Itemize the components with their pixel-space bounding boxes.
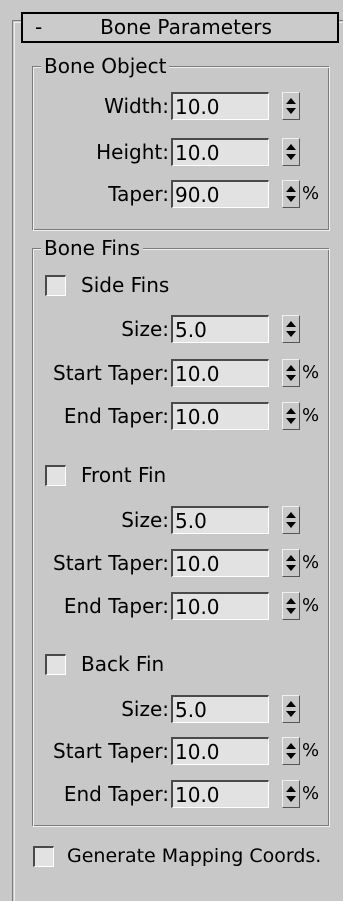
taper-spinner[interactable]	[282, 180, 300, 208]
side-fins-checkbox[interactable]	[45, 275, 66, 296]
spinner-down-icon[interactable]	[286, 154, 296, 160]
taper-field[interactable]	[171, 180, 269, 208]
generate-mapping-label[interactable]: Generate Mapping Coords.	[67, 843, 321, 869]
bone-object-group-label: Bone Object	[41, 53, 170, 79]
front-fin-size-field[interactable]	[171, 506, 269, 534]
side-fins-end-taper-unit: %	[302, 405, 320, 426]
spinner-down-icon[interactable]	[286, 711, 296, 717]
width-field[interactable]	[171, 92, 269, 120]
front-fin-end-taper-field[interactable]	[171, 592, 269, 620]
spinner-down-icon[interactable]	[286, 375, 296, 381]
spinner-up-icon[interactable]	[286, 144, 296, 150]
width-spinner[interactable]	[282, 92, 300, 120]
front-fin-start-taper-label: Start Taper:	[53, 551, 169, 575]
spinner-up-icon[interactable]	[286, 408, 296, 414]
side-fins-end-taper-field[interactable]	[171, 402, 269, 430]
side-fins-start-taper-unit: %	[302, 362, 320, 383]
back-fin-label[interactable]: Back Fin	[81, 651, 164, 677]
front-fin-size-label: Size:	[121, 508, 169, 532]
front-fin-size-spinner[interactable]	[282, 506, 300, 534]
side-fins-size-field[interactable]	[171, 315, 269, 343]
back-fin-start-taper-field[interactable]	[171, 737, 269, 765]
back-fin-end-taper-unit: %	[302, 783, 320, 804]
spinner-down-icon[interactable]	[286, 108, 296, 114]
spinner-up-icon[interactable]	[286, 555, 296, 561]
back-fin-end-taper-field[interactable]	[171, 780, 269, 808]
side-fins-size-label: Size:	[121, 317, 169, 341]
back-fin-size-label: Size:	[121, 697, 169, 721]
spinner-down-icon[interactable]	[286, 418, 296, 424]
spinner-up-icon[interactable]	[286, 321, 296, 327]
spinner-up-icon[interactable]	[286, 701, 296, 707]
rollout-header[interactable]: - Bone Parameters	[21, 12, 339, 43]
front-fin-end-taper-unit: %	[302, 595, 320, 616]
back-fin-size-spinner[interactable]	[282, 695, 300, 723]
spinner-down-icon[interactable]	[286, 522, 296, 528]
front-fin-label[interactable]: Front Fin	[81, 462, 166, 488]
side-fins-end-taper-spinner[interactable]	[282, 402, 300, 430]
side-fins-end-taper-label: End Taper:	[63, 404, 169, 428]
bone-fins-group-label: Bone Fins	[41, 235, 143, 261]
front-fin-end-taper-label: End Taper:	[63, 594, 169, 618]
taper-label: Taper:	[108, 182, 169, 206]
height-spinner[interactable]	[282, 138, 300, 166]
back-fin-start-taper-label: Start Taper:	[53, 739, 169, 763]
spinner-up-icon[interactable]	[286, 598, 296, 604]
spinner-up-icon[interactable]	[286, 186, 296, 192]
back-fin-start-taper-unit: %	[302, 740, 320, 761]
spinner-up-icon[interactable]	[286, 743, 296, 749]
height-label: Height:	[96, 140, 169, 164]
rollout-title: Bone Parameters	[100, 15, 272, 39]
spinner-down-icon[interactable]	[286, 331, 296, 337]
back-fin-end-taper-spinner[interactable]	[282, 780, 300, 808]
spinner-down-icon[interactable]	[286, 753, 296, 759]
height-field[interactable]	[171, 138, 269, 166]
front-fin-end-taper-spinner[interactable]	[282, 592, 300, 620]
front-fin-start-taper-unit: %	[302, 552, 320, 573]
front-fin-start-taper-field[interactable]	[171, 549, 269, 577]
spinner-up-icon[interactable]	[286, 512, 296, 518]
side-fins-start-taper-spinner[interactable]	[282, 359, 300, 387]
taper-unit: %	[302, 183, 320, 204]
side-fins-start-taper-field[interactable]	[171, 359, 269, 387]
spinner-down-icon[interactable]	[286, 565, 296, 571]
back-fin-start-taper-spinner[interactable]	[282, 737, 300, 765]
width-label: Width:	[104, 94, 169, 118]
spinner-up-icon[interactable]	[286, 786, 296, 792]
back-fin-end-taper-label: End Taper:	[63, 782, 169, 806]
side-fins-size-spinner[interactable]	[282, 315, 300, 343]
back-fin-checkbox[interactable]	[45, 654, 66, 675]
side-fins-label[interactable]: Side Fins	[81, 272, 169, 298]
spinner-down-icon[interactable]	[286, 608, 296, 614]
spinner-down-icon[interactable]	[286, 196, 296, 202]
side-fins-start-taper-label: Start Taper:	[53, 361, 169, 385]
front-fin-start-taper-spinner[interactable]	[282, 549, 300, 577]
front-fin-checkbox[interactable]	[45, 465, 66, 486]
back-fin-size-field[interactable]	[171, 695, 269, 723]
spinner-up-icon[interactable]	[286, 98, 296, 104]
spinner-down-icon[interactable]	[286, 796, 296, 802]
generate-mapping-checkbox[interactable]	[33, 846, 54, 867]
spinner-up-icon[interactable]	[286, 365, 296, 371]
